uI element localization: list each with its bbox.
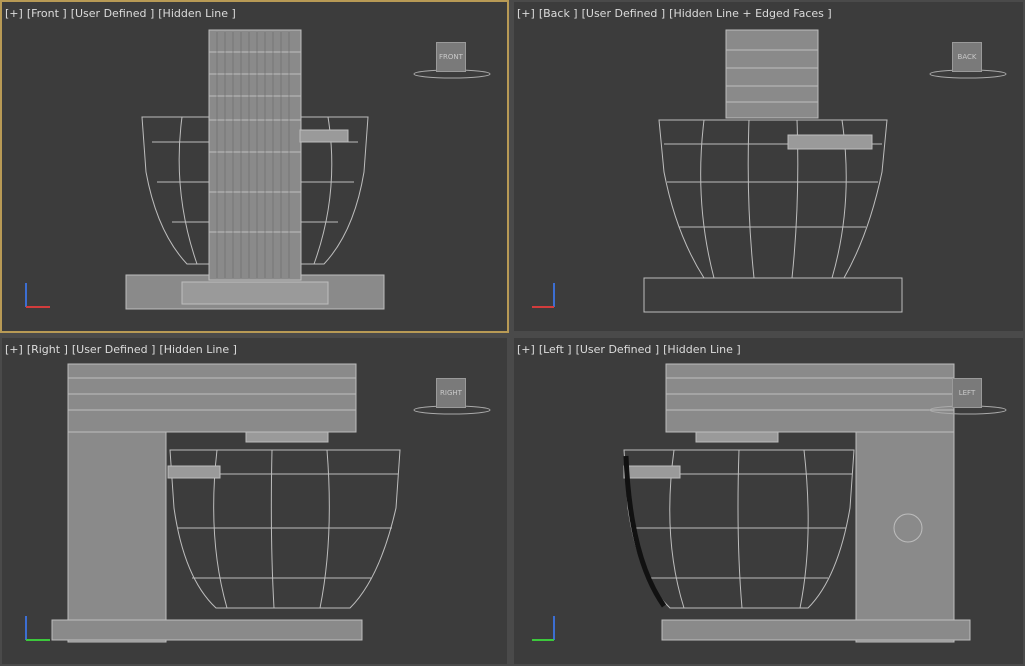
- axis-tripod-icon: [25, 283, 50, 308]
- viewport-back[interactable]: [+] [Back ] [User Defined ] [Hidden Line + …: [512, 0, 1025, 333]
- axis-tripod-icon: [532, 283, 555, 308]
- viewcube[interactable]: FRONT: [412, 40, 492, 82]
- viewcube-face-label[interactable]: BACK: [952, 42, 982, 72]
- viewcube-face-label[interactable]: LEFT: [952, 378, 982, 408]
- axis-tripod-icon: [25, 616, 50, 641]
- viewcube[interactable]: BACK: [928, 40, 1008, 82]
- viewcube-face-label[interactable]: FRONT: [436, 42, 466, 72]
- viewport-grid: [+] [Front ] [User Defined ] [Hidden Line ]: [0, 0, 1025, 666]
- viewcube-face-label[interactable]: RIGHT: [436, 378, 466, 408]
- viewcube[interactable]: LEFT: [928, 376, 1008, 418]
- viewport-right[interactable]: [+] [Right ] [User Defined ] [Hidden Line ]…: [0, 336, 509, 666]
- viewport-left[interactable]: [+] [Left ] [User Defined ] [Hidden Line ] …: [512, 336, 1025, 666]
- viewcube[interactable]: RIGHT: [412, 376, 492, 418]
- axis-tripod-icon: [532, 616, 555, 641]
- viewport-front[interactable]: [+] [Front ] [User Defined ] [Hidden Line ]: [0, 0, 509, 333]
